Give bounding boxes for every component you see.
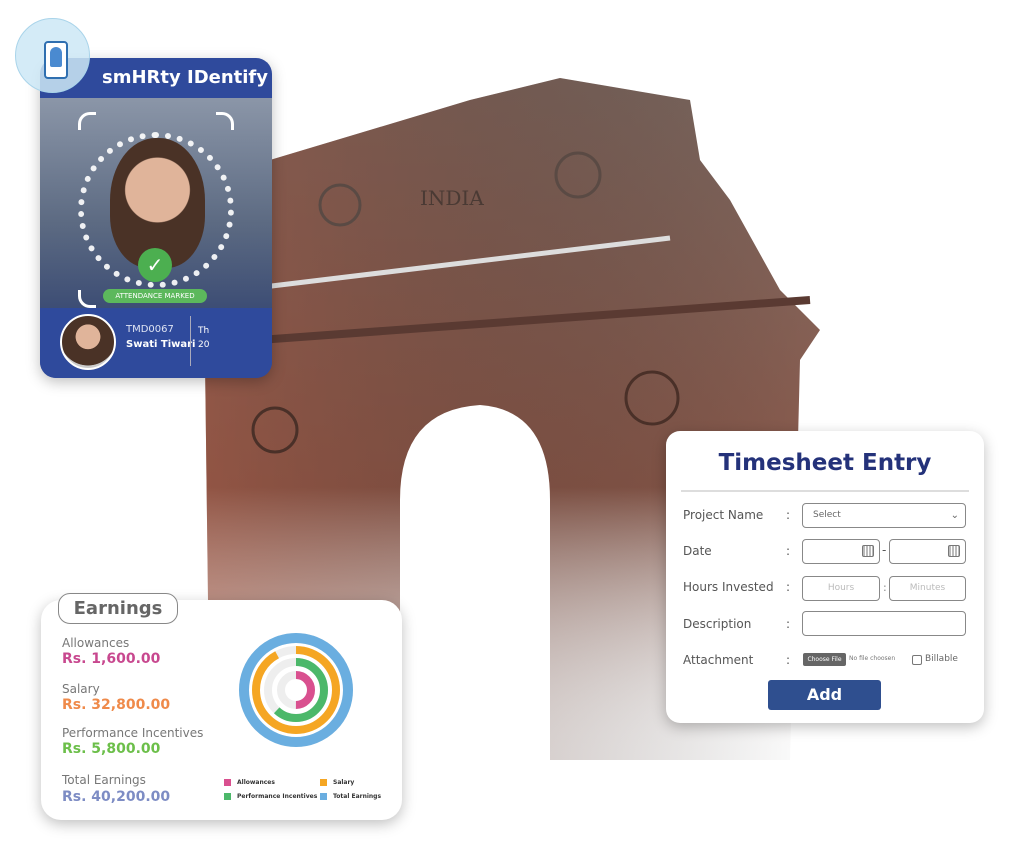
project-name-select[interactable]: Select ⌄ (802, 503, 966, 528)
attachment-label: Attachment (683, 653, 754, 667)
avatar (60, 314, 116, 370)
description-input[interactable] (802, 611, 966, 636)
billable-checkbox[interactable] (912, 655, 922, 665)
select-value: Select (813, 510, 841, 520)
legend-total-earnings: Total Earnings (320, 793, 381, 800)
legend-swatch (224, 793, 231, 800)
salary-label: Salary (62, 682, 100, 696)
earnings-radial-chart (239, 633, 353, 747)
legend-label: Performance Incentives (237, 793, 318, 800)
monument-inscription: INDIA (420, 186, 484, 210)
legend-allowances: Allowances (224, 779, 275, 786)
earnings-title: Earnings (58, 593, 178, 624)
date-label: Date (683, 544, 712, 558)
colon: : (786, 617, 791, 631)
legend-salary: Salary (320, 779, 354, 786)
employee-info: TMD0067 Swati Tiwari Th 20 (40, 308, 272, 378)
choose-file-button[interactable]: Choose File (803, 653, 846, 666)
calendar-icon[interactable] (862, 545, 874, 557)
file-status: No file choosen (849, 655, 896, 662)
legend-label: Allowances (237, 779, 275, 786)
total-earnings-value: Rs. 40,200.00 (62, 789, 171, 805)
id-card: smHRty IDentify ✓ ATTENDANCE MARKED TMD0… (40, 58, 272, 378)
colon: : (786, 508, 791, 522)
employee-id: TMD0067 (126, 324, 174, 335)
hours-input[interactable]: Hours (802, 576, 880, 601)
legend-swatch (224, 779, 231, 786)
legend-swatch (320, 793, 327, 800)
project-name-label: Project Name (683, 508, 764, 522)
attendance-status-badge: ATTENDANCE MARKED (103, 289, 207, 303)
employee-name: Swati Tiwari (126, 339, 196, 350)
earnings-card: Allowances Rs. 1,600.00 Salary Rs. 32,80… (41, 600, 402, 820)
legend-swatch (320, 779, 327, 786)
timesheet-title: Timesheet Entry (718, 450, 932, 476)
end-date-input[interactable] (889, 539, 966, 564)
app-logo-icon (15, 18, 90, 93)
hours-invested-label: Hours Invested (683, 580, 774, 594)
colon: : (786, 580, 791, 594)
info-line: Th (198, 326, 210, 336)
frame-corner-icon (78, 112, 96, 130)
salary-value: Rs. 32,800.00 (62, 697, 171, 713)
legend-performance-incentives: Performance Incentives (224, 793, 317, 800)
frame-corner-icon (78, 290, 96, 308)
performance-incentives-value: Rs. 5,800.00 (62, 741, 161, 757)
divider (190, 316, 191, 366)
add-button[interactable]: Add (768, 680, 881, 710)
minutes-input[interactable]: Minutes (889, 576, 966, 601)
legend-label: Total Earnings (333, 793, 382, 800)
divider (681, 490, 969, 492)
legend-label: Salary (333, 779, 355, 786)
allowances-value: Rs. 1,600.00 (62, 651, 161, 667)
allowances-label: Allowances (62, 636, 130, 650)
timesheet-entry-card: Timesheet Entry Project Name : Select ⌄ D… (666, 431, 984, 723)
phone-icon (44, 41, 68, 79)
frame-corner-icon (216, 112, 234, 130)
colon: : (786, 544, 791, 558)
performance-incentives-label: Performance Incentives (62, 726, 204, 740)
start-date-input[interactable] (802, 539, 880, 564)
check-icon: ✓ (138, 248, 172, 282)
colon: : (883, 581, 887, 594)
info-line: 20 (198, 340, 210, 350)
description-label: Description (683, 617, 752, 631)
total-earnings-label: Total Earnings (62, 773, 146, 787)
calendar-icon[interactable] (948, 545, 960, 557)
range-separator: - (882, 543, 887, 557)
billable-label: Billable (925, 654, 958, 664)
chevron-down-icon: ⌄ (950, 510, 959, 521)
colon: : (786, 653, 791, 667)
